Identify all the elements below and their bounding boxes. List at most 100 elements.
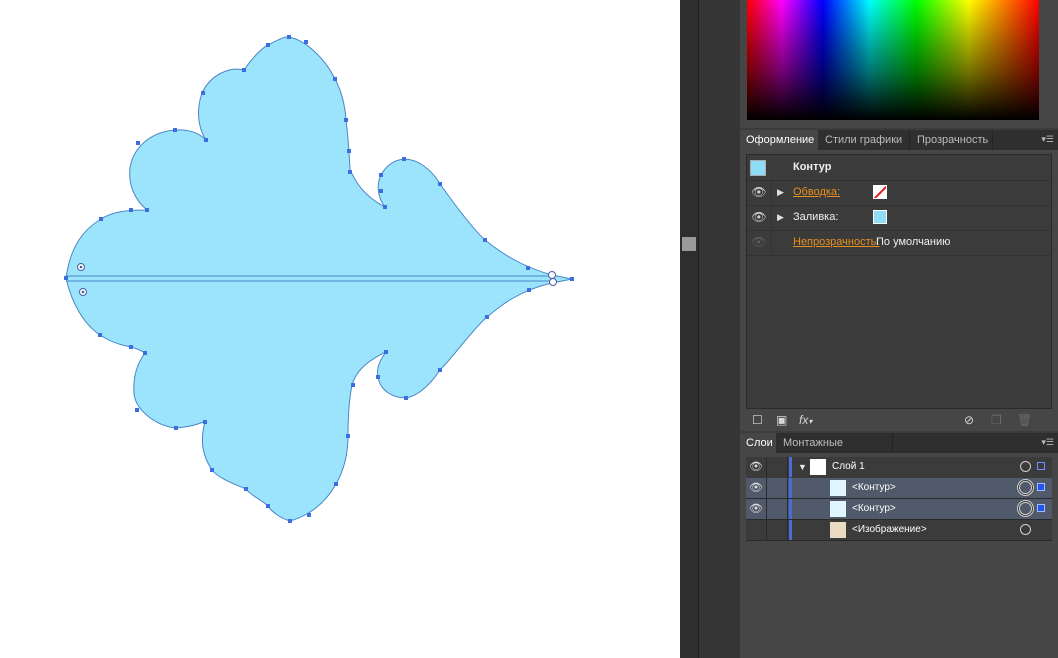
- target-circle-icon[interactable]: [1019, 481, 1032, 494]
- stroke-row[interactable]: 👁 ▶ Обводка:: [747, 180, 1051, 206]
- anchor-point[interactable]: [347, 149, 351, 153]
- anchor-point[interactable]: [402, 157, 406, 161]
- sublayer-row[interactable]: 👁 <Контур>: [746, 478, 1052, 499]
- anchor-point[interactable]: [210, 468, 214, 472]
- lock-toggle[interactable]: [767, 457, 788, 477]
- anchor-point[interactable]: [203, 420, 207, 424]
- expand-triangle-icon[interactable]: ▶: [777, 187, 784, 198]
- anchor-point[interactable]: [99, 217, 103, 221]
- fx-icon[interactable]: fx▾: [799, 413, 812, 429]
- anchor-point[interactable]: [383, 205, 387, 209]
- anchor-point[interactable]: [344, 118, 348, 122]
- eye-icon[interactable]: 👁: [747, 180, 772, 204]
- anchor-point[interactable]: [174, 426, 178, 430]
- anchor-point[interactable]: [334, 482, 338, 486]
- expand-triangle-icon[interactable]: ▼: [798, 462, 807, 472]
- artboard-canvas[interactable]: [0, 0, 680, 658]
- anchor-point[interactable]: [242, 68, 246, 72]
- selection-square[interactable]: [1037, 504, 1045, 512]
- anchor-point[interactable]: [304, 40, 308, 44]
- layer-color-bar: [789, 520, 792, 540]
- layers-tabbar: Слои Монтажные области ▾☰: [740, 433, 1058, 469]
- selection-square[interactable]: [1037, 462, 1045, 470]
- anchor-point[interactable]: [287, 35, 291, 39]
- target-circle-icon[interactable]: [1020, 524, 1031, 535]
- anchor-point[interactable]: [527, 288, 531, 292]
- sublayer-name[interactable]: <Контур>: [852, 503, 896, 514]
- tab-artboards[interactable]: Монтажные области: [777, 433, 893, 469]
- scrollbar-thumb[interactable]: [682, 237, 696, 251]
- anchor-point[interactable]: [570, 277, 574, 281]
- clear-icon[interactable]: ⊘: [964, 413, 974, 427]
- dock-scrollbar[interactable]: [680, 0, 699, 658]
- anchor-point[interactable]: [379, 173, 383, 177]
- layer-name[interactable]: Слой 1: [832, 461, 865, 472]
- anchor-point[interactable]: [98, 333, 102, 337]
- anchor-point[interactable]: [201, 91, 205, 95]
- anchor-point[interactable]: [143, 351, 147, 355]
- anchor-point[interactable]: [244, 487, 248, 491]
- anchor-point[interactable]: [379, 189, 383, 193]
- anchor-point[interactable]: [64, 276, 68, 280]
- anchor-point[interactable]: [266, 43, 270, 47]
- eye-icon[interactable]: 👁: [747, 205, 772, 229]
- eye-icon[interactable]: 👁: [746, 457, 767, 477]
- anchor-point[interactable]: [129, 208, 133, 212]
- anchor-point[interactable]: [145, 208, 149, 212]
- expand-triangle-icon[interactable]: ▶: [777, 212, 784, 223]
- anchor-point[interactable]: [307, 513, 311, 517]
- fill-color-swatch[interactable]: [873, 210, 887, 224]
- anchor-point[interactable]: [173, 128, 177, 132]
- eye-icon[interactable]: [746, 520, 767, 540]
- anchor-point[interactable]: [348, 170, 352, 174]
- new-fill-icon[interactable]: ▣: [776, 413, 787, 427]
- tab-layers[interactable]: Слои: [740, 433, 776, 453]
- opacity-label-link[interactable]: Непрозрачность:: [793, 236, 879, 248]
- anchor-point[interactable]: [288, 519, 292, 523]
- anchor-point[interactable]: [526, 266, 530, 270]
- tab-transparency[interactable]: Прозрачность: [911, 130, 993, 150]
- shape-artwork[interactable]: [0, 0, 680, 658]
- anchor-point[interactable]: [266, 504, 270, 508]
- lock-toggle[interactable]: [767, 520, 788, 540]
- anchor-point[interactable]: [485, 315, 489, 319]
- tab-appearance[interactable]: Оформление: [740, 130, 818, 150]
- lock-toggle[interactable]: [767, 499, 788, 519]
- lock-toggle[interactable]: [767, 478, 788, 498]
- sublayer-row[interactable]: 👁 <Контур>: [746, 499, 1052, 520]
- appearance-tabbar: Оформление Стили графики Прозрачность ▾☰: [740, 130, 1058, 151]
- anchor-point[interactable]: [204, 138, 208, 142]
- selection-square[interactable]: [1037, 483, 1045, 491]
- anchor-point[interactable]: [438, 182, 442, 186]
- target-circle-icon[interactable]: [1019, 502, 1032, 515]
- stroke-none-swatch[interactable]: [873, 185, 887, 199]
- opacity-row[interactable]: 👁 Непрозрачность: По умолчанию: [747, 230, 1051, 256]
- anchor-point[interactable]: [483, 238, 487, 242]
- new-stroke-icon[interactable]: ☐: [752, 413, 763, 427]
- anchor-point[interactable]: [351, 383, 355, 387]
- panel-menu-icon[interactable]: ▾☰: [1041, 437, 1054, 447]
- eye-icon[interactable]: 👁: [746, 499, 767, 519]
- anchor-point[interactable]: [384, 350, 388, 354]
- anchor-point[interactable]: [438, 368, 442, 372]
- sublayer-name[interactable]: <Контур>: [852, 482, 896, 493]
- panel-menu-icon[interactable]: ▾☰: [1041, 134, 1054, 144]
- anchor-point[interactable]: [129, 345, 133, 349]
- tab-graphic-styles[interactable]: Стили графики: [819, 130, 910, 150]
- color-spectrum[interactable]: [747, 0, 1039, 120]
- duplicate-icon: ❐: [991, 413, 1002, 427]
- sublayer-row[interactable]: <Изображение>: [746, 520, 1052, 541]
- fill-row[interactable]: 👁 ▶ Заливка:: [747, 205, 1051, 231]
- target-circle-icon[interactable]: [1020, 461, 1031, 472]
- anchor-point[interactable]: [135, 408, 139, 412]
- stroke-label-link[interactable]: Обводка:: [793, 186, 840, 198]
- anchor-point[interactable]: [333, 77, 337, 81]
- fleur-shape-path[interactable]: [65, 36, 573, 522]
- layer-row[interactable]: 👁 ▼ Слой 1: [746, 457, 1052, 479]
- anchor-point[interactable]: [376, 375, 380, 379]
- anchor-point[interactable]: [136, 141, 140, 145]
- sublayer-name[interactable]: <Изображение>: [852, 524, 927, 535]
- anchor-point[interactable]: [404, 396, 408, 400]
- eye-icon[interactable]: 👁: [746, 478, 767, 498]
- anchor-point[interactable]: [346, 434, 350, 438]
